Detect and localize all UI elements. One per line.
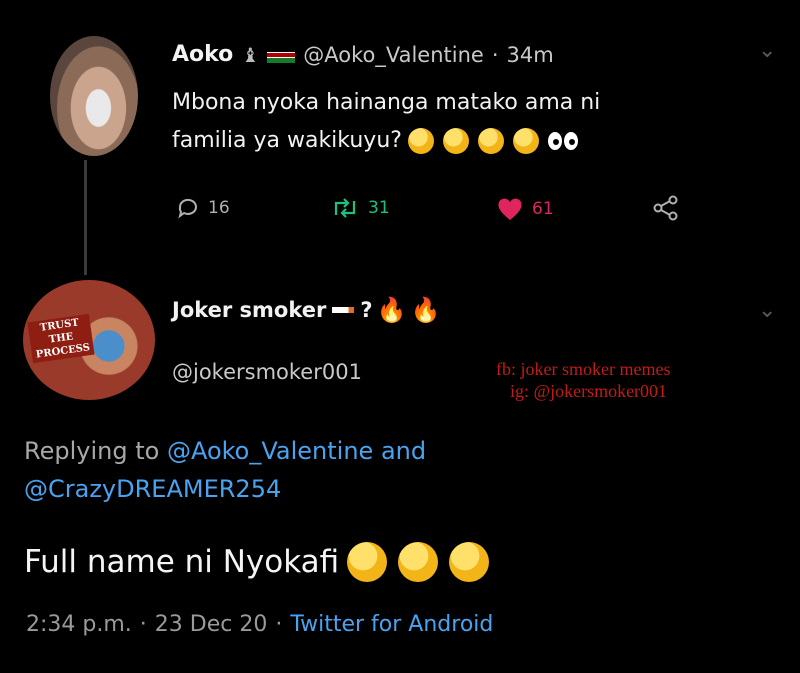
reply-header: Joker smoker ? 🔥 🔥 xyxy=(172,296,440,324)
avatar-aoko[interactable] xyxy=(50,36,138,156)
reply-name-suffix: ? xyxy=(360,298,373,322)
grimace-emoji-icon xyxy=(477,128,504,154)
tweet-header: Aoko ♝ @Aoko_Valentine · 34m xyxy=(172,42,554,67)
laughing-emoji-icon xyxy=(442,128,469,154)
reply-author-handle[interactable]: @jokersmoker001 xyxy=(172,360,362,384)
share-icon xyxy=(653,195,678,221)
grimace-emoji-icon xyxy=(512,128,539,154)
chess-piece-icon: ♝ xyxy=(241,42,260,67)
watermark-ig: ig: @jokersmoker001 xyxy=(510,381,668,401)
cigarette-icon xyxy=(332,307,355,313)
mention-crazydreamer[interactable]: @CrazyDREAMER254 xyxy=(24,470,426,508)
kenya-flag-icon xyxy=(267,46,296,63)
like-action[interactable]: 61 xyxy=(496,196,554,222)
tweet-time: 34m xyxy=(506,42,554,67)
chevron-down-icon[interactable]: ⌄ xyxy=(758,38,776,63)
mention-aoko[interactable]: @Aoko_Valentine xyxy=(167,437,373,465)
eyes-emoji-icon xyxy=(547,132,578,150)
reply-author-name[interactable]: Joker smoker xyxy=(172,298,326,322)
fire-icon: 🔥 xyxy=(376,296,407,324)
chevron-down-icon[interactable]: ⌄ xyxy=(758,298,776,323)
like-count: 61 xyxy=(532,199,554,219)
tweet-text-line2: familia ya wakikuyu? xyxy=(172,128,402,153)
reply-date: 23 Dec 20 xyxy=(154,612,268,637)
replying-to: Replying to @Aoko_Valentine and @CrazyDR… xyxy=(24,432,426,508)
reply-icon xyxy=(178,198,197,219)
replying-and: and xyxy=(380,437,427,465)
reply-text: Full name ni Nyokafi xyxy=(24,542,492,582)
tweet-text-line1: Mbona nyoka hainanga matako ama ni xyxy=(172,90,601,115)
author-name[interactable]: Aoko xyxy=(172,42,233,67)
tweet-source[interactable]: Twitter for Android xyxy=(290,612,493,637)
author-handle[interactable]: @Aoko_Valentine xyxy=(303,43,484,67)
tweet-text-line2-wrap: familia ya wakikuyu? xyxy=(172,122,600,160)
rofl-emoji-icon xyxy=(449,542,490,582)
avatar-stamp: TRUST THE PROCESS xyxy=(27,313,95,364)
fire-icon: 🔥 xyxy=(410,296,441,324)
replying-prefix: Replying to xyxy=(24,437,160,465)
meta-dot: · xyxy=(275,612,283,637)
watermark-fb: fb: joker smoker memes xyxy=(496,359,671,379)
meta-dot: · xyxy=(139,612,147,637)
retweet-count: 31 xyxy=(368,198,390,218)
replying-to-line1: Replying to @Aoko_Valentine and xyxy=(24,432,426,470)
tweet-text: Mbona nyoka hainanga matako ama ni famil… xyxy=(172,84,600,160)
watermark: fb: joker smoker memes ig: @jokersmoker0… xyxy=(496,358,670,402)
tweet-meta: 2:34 p.m. · 23 Dec 20 · Twitter for Andr… xyxy=(26,612,493,637)
dot-separator: · xyxy=(491,42,499,67)
laughing-emoji-icon xyxy=(398,542,439,582)
retweet-action[interactable]: 31 xyxy=(330,196,390,220)
reply-action[interactable]: 16 xyxy=(176,196,230,220)
laughing-emoji-icon xyxy=(407,128,434,154)
share-action[interactable] xyxy=(652,194,680,222)
reply-time: 2:34 p.m. xyxy=(26,612,132,637)
reply-text-content: Full name ni Nyokafi xyxy=(24,544,340,580)
reply-count: 16 xyxy=(208,198,230,218)
laughing-emoji-icon xyxy=(347,542,388,582)
heart-icon xyxy=(498,198,522,220)
thread-connector-line xyxy=(84,160,87,275)
retweet-icon xyxy=(334,198,356,218)
